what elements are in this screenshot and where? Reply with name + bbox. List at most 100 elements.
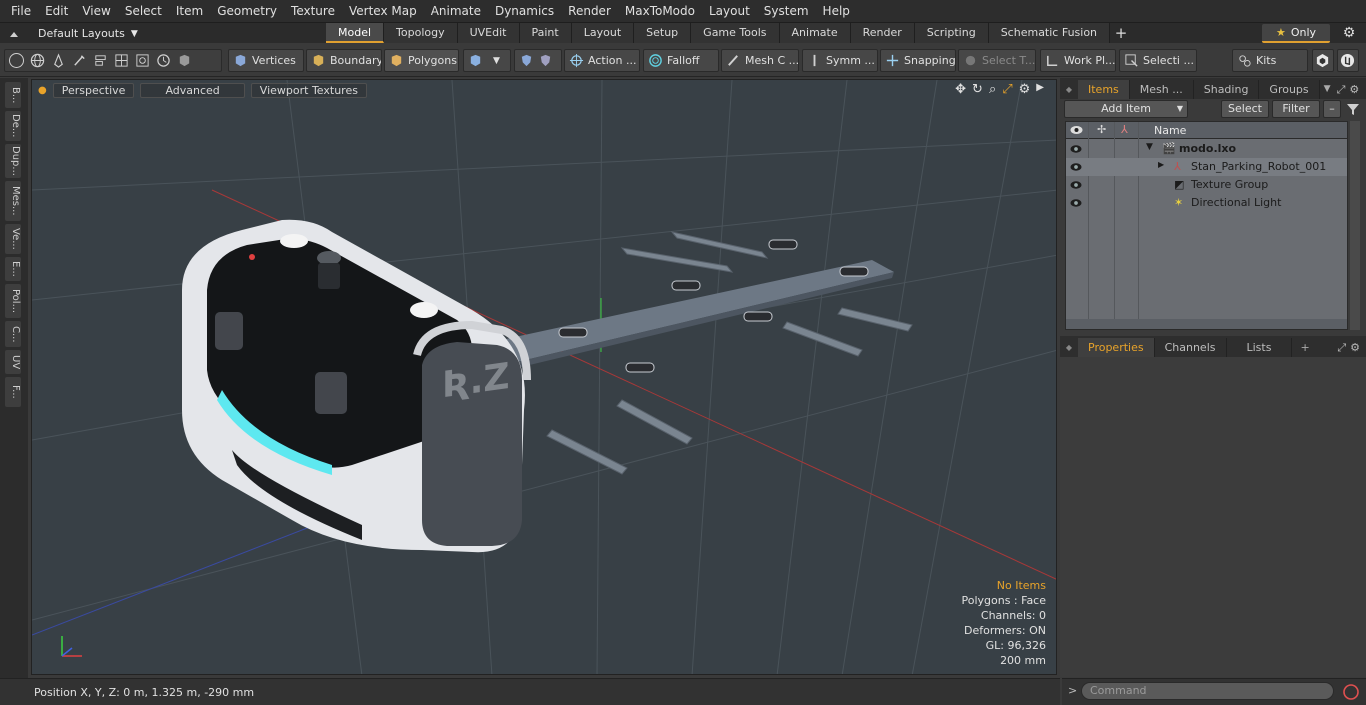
panel-gear-icon[interactable]: ⚙ [1348, 338, 1366, 357]
snapping-button[interactable]: Snapping [880, 49, 956, 72]
tab-render[interactable]: Render [850, 23, 915, 43]
pen-icon[interactable] [51, 53, 66, 68]
tree-row-scene[interactable]: ▼ 🎬 modo.lxo [1066, 140, 1347, 158]
symmetry-button[interactable]: Symm ... [802, 49, 878, 72]
menu-maxtomodo[interactable]: MaxToModo [618, 0, 702, 22]
globe-icon[interactable] [30, 53, 45, 68]
vertices-button[interactable]: Vertices [228, 49, 304, 72]
unity-button[interactable] [1312, 49, 1334, 72]
menu-animate[interactable]: Animate [424, 0, 488, 22]
eye-icon[interactable] [1070, 179, 1082, 191]
rotate-icon[interactable]: ↻ [972, 82, 983, 97]
tab-schematic-fusion[interactable]: Schematic Fusion [988, 23, 1111, 43]
menu-help[interactable]: Help [816, 0, 857, 22]
left-tab-duplicate[interactable]: Dup... [5, 144, 21, 178]
tab-properties[interactable]: Properties [1078, 338, 1155, 357]
unreal-button[interactable] [1337, 49, 1359, 72]
tab-scripting[interactable]: Scripting [914, 23, 989, 43]
left-tab-uv[interactable]: UV [5, 350, 21, 374]
play-arrow-icon[interactable]: ▶ [1036, 82, 1044, 97]
shield-icon[interactable] [519, 53, 534, 68]
default-layouts-dropdown[interactable]: Default Layouts ▼ [8, 23, 138, 44]
vertical-scrollbar[interactable] [1350, 121, 1360, 330]
left-tab-edge[interactable]: E... [5, 257, 21, 281]
left-tab-mesh-edit[interactable]: Mes... [5, 181, 21, 221]
viewport-gear-icon[interactable]: ⚙ [1019, 82, 1031, 97]
maximize-icon[interactable]: ⤢ [1002, 82, 1012, 97]
menu-view[interactable]: View [75, 0, 117, 22]
advanced-shading-dropdown[interactable]: Advanced [140, 82, 245, 98]
align-icon[interactable] [93, 53, 108, 68]
tree-row-directional-light[interactable]: ✶ Directional Light [1066, 194, 1347, 212]
left-tab-polygon[interactable]: Pol... [5, 284, 21, 318]
left-tab-deform[interactable]: De... [5, 111, 21, 141]
menu-system[interactable]: System [757, 0, 816, 22]
falloff-button[interactable]: Falloff [643, 49, 719, 72]
expand-right-icon[interactable]: ▶ [1158, 160, 1164, 169]
tab-model[interactable]: Model [326, 23, 385, 43]
selection-sets-button[interactable]: Selecti ... [1119, 49, 1197, 72]
menu-item[interactable]: Item [169, 0, 210, 22]
boundary-button[interactable]: Boundary [306, 49, 382, 72]
action-center-button[interactable]: Action ... [564, 49, 640, 72]
menu-vertex-map[interactable]: Vertex Map [342, 0, 424, 22]
left-tab-vertex[interactable]: Ve... [5, 224, 21, 254]
menu-geometry[interactable]: Geometry [210, 0, 284, 22]
element-icon[interactable] [135, 53, 150, 68]
menu-layout[interactable]: Layout [702, 0, 757, 22]
select-through-button[interactable]: Select T... [958, 49, 1036, 72]
polygons-button[interactable]: Polygons [384, 49, 459, 72]
panel-expand-icon[interactable]: ⤢ [1335, 80, 1348, 99]
eye-icon[interactable] [1070, 161, 1082, 173]
tab-paint[interactable]: Paint [519, 23, 572, 43]
material-icon[interactable] [177, 53, 192, 68]
brush-icon[interactable] [72, 53, 87, 68]
shield-alt-icon[interactable] [538, 53, 553, 68]
tab-topology[interactable]: Topology [384, 23, 458, 43]
tree-row-robot[interactable]: ▶ ⅄ Stan_Parking_Robot_001 [1066, 158, 1347, 176]
tab-channels[interactable]: Channels [1155, 338, 1227, 357]
tab-mesh-ops[interactable]: Mesh ... [1130, 80, 1194, 99]
record-icon[interactable] [1342, 683, 1360, 701]
menu-edit[interactable]: Edit [38, 0, 75, 22]
panel-chevron-icon[interactable]: ▼ [1320, 80, 1335, 99]
kits-button[interactable]: Kits [1232, 49, 1308, 72]
panel-gear-icon[interactable]: ⚙ [1347, 80, 1361, 99]
item-list-tree[interactable]: ✢ ⅄ Name ▼ 🎬 modo.lxo ▶ ⅄ Stan_Parking_R… [1065, 121, 1348, 330]
only-toggle-button[interactable]: ★ Only [1262, 24, 1330, 43]
gear-icon[interactable]: ⚙ [1340, 25, 1358, 43]
menu-dynamics[interactable]: Dynamics [488, 0, 561, 22]
menu-texture[interactable]: Texture [284, 0, 342, 22]
zoom-icon[interactable]: ⌕ [989, 82, 996, 97]
tab-groups[interactable]: Groups [1259, 80, 1320, 99]
name-column-header[interactable]: Name [1154, 124, 1186, 137]
add-panel-tab-button[interactable]: + [1292, 338, 1317, 357]
left-tab-fusion[interactable]: F... [5, 377, 21, 407]
tab-animate[interactable]: Animate [779, 23, 851, 43]
tab-uvedit[interactable]: UVEdit [457, 23, 520, 43]
tab-setup[interactable]: Setup [634, 23, 692, 43]
tree-row-texture-group[interactable]: ◩ Texture Group [1066, 176, 1347, 194]
viewport-scene[interactable]: Ʀ.Z [32, 80, 1057, 675]
grid-icon[interactable] [114, 53, 129, 68]
command-input[interactable]: Command [1081, 682, 1334, 700]
menu-file[interactable]: File [4, 0, 38, 22]
tab-layout[interactable]: Layout [571, 23, 635, 43]
left-tab-basic[interactable]: B... [5, 82, 21, 108]
perspective-dropdown[interactable]: Perspective [52, 82, 135, 98]
work-plane-button[interactable]: Work Pl... [1040, 49, 1116, 72]
tab-game-tools[interactable]: Game Tools [691, 23, 780, 43]
eye-icon[interactable] [1070, 197, 1082, 209]
add-tab-button[interactable]: + [1110, 23, 1132, 44]
add-item-button[interactable]: Add Item ▼ [1064, 100, 1188, 118]
item-mode-dropdown[interactable]: ▼ [463, 49, 511, 72]
menu-render[interactable]: Render [561, 0, 618, 22]
select-button[interactable]: Select [1221, 100, 1269, 118]
eye-icon[interactable] [1070, 143, 1082, 155]
mesh-constraint-button[interactable]: Mesh C ... [721, 49, 799, 72]
horizontal-scrollbar[interactable] [1066, 319, 1347, 329]
pan-icon[interactable]: ✥ [955, 82, 966, 97]
tab-lists[interactable]: Lists [1227, 338, 1293, 357]
tab-items[interactable]: Items [1078, 80, 1130, 99]
filter-button[interactable]: Filter [1272, 100, 1320, 118]
